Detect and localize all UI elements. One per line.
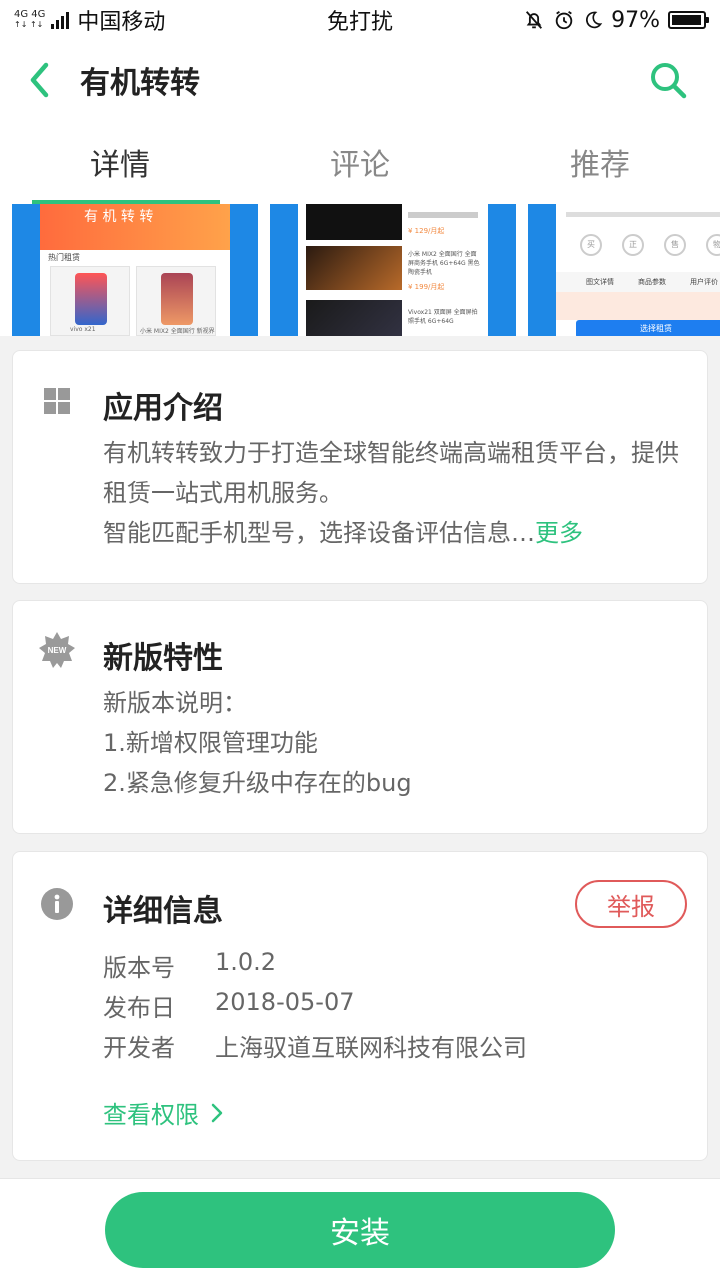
bottom-bar: 安装: [0, 1178, 720, 1280]
screenshot-banner-text: 有 机 转 转: [84, 209, 154, 225]
screenshot-cta: 选择租赁: [576, 320, 720, 336]
network-type-bottom: ↑↓ ↑↓: [14, 20, 44, 29]
screenshot-tab: 用户评价: [690, 278, 718, 286]
intro-title: 应用介绍: [103, 391, 223, 426]
screenshot-text-line: [566, 212, 720, 217]
whats-new-line-3: 2.紧急修复升级中存在的bug: [103, 769, 412, 797]
whats-new-card: NEW 新版特性 新版本说明： 1.新增权限管理功能 2.紧急修复升级中存在的b…: [12, 600, 708, 834]
screenshot-product-label: Vivox21 双面屏 全面屏拍照手机 6G+64G: [408, 309, 478, 325]
screenshot-badge: 物: [706, 234, 720, 256]
screenshot-product-label: vivo x21: [70, 326, 96, 333]
battery-fill: [672, 15, 702, 25]
developer-value: 上海驭道互联网科技有限公司: [215, 1034, 527, 1062]
screenshot-banner: 有 机 转 转: [40, 204, 230, 250]
app-header: 有机转转: [0, 40, 720, 120]
tab-bar: 详情 评论 推荐: [0, 120, 720, 204]
developer-row: 开发者 上海驭道互联网科技有限公司: [103, 1028, 527, 1063]
version-label: 版本号: [103, 954, 175, 982]
screenshot-badge-text: 买: [587, 240, 595, 249]
battery-icon: [668, 11, 709, 29]
page-title: 有机转转: [80, 66, 200, 101]
tab-details[interactable]: 详情: [0, 120, 240, 204]
app-screenshot[interactable]: 买 正 售 物 图文详情 商品参数 用户评价 选择租赁: [528, 204, 720, 336]
screenshot-text-line: [408, 212, 478, 218]
whats-new-title: 新版特性: [103, 641, 223, 676]
chevron-right-icon: [211, 1103, 223, 1122]
new-badge-icon: NEW: [38, 631, 76, 669]
carrier-name: 中国移动: [77, 10, 166, 35]
status-bar: 4G 4G ↑↓ ↑↓ 中国移动 免打扰 97%: [0, 0, 720, 40]
developer-label: 开发者: [103, 1034, 175, 1062]
network-type: 4G 4G ↑↓ ↑↓: [14, 10, 45, 30]
whats-new-line-1: 新版本说明：: [103, 689, 247, 717]
mute-bell-icon: [526, 11, 543, 29]
search-icon: [651, 63, 687, 99]
release-date-value: 2018-05-07: [215, 988, 355, 1016]
screenshot-cta-text: 选择租赁: [640, 324, 672, 333]
grid-icon: [41, 385, 73, 417]
more-link[interactable]: 更多: [535, 519, 583, 547]
screenshot-product: [306, 204, 402, 240]
details-card: 详细信息 举报 版本号 1.0.2 发布日 2018-05-07 开发者 上海驭…: [12, 851, 708, 1161]
intro-line-2: 租赁一站式用机服务。: [103, 479, 343, 507]
intro-line-1: 有机转转致力于打造全球智能终端高端租赁平台，提供: [103, 439, 679, 467]
screenshot-gallery[interactable]: 有 机 转 转 热门租赁 vivo x21 小米 MIX2 全面国行 新视界 ¥…: [0, 204, 720, 336]
details-title: 详细信息: [103, 894, 223, 929]
alarm-icon: [555, 10, 573, 30]
screenshot-product-label: 小米 MIX2 全面国行 新视界: [140, 328, 215, 335]
network-type-top: 4G 4G: [14, 9, 46, 20]
screenshot-product: [306, 246, 402, 290]
release-date-row: 发布日 2018-05-07: [103, 988, 354, 1023]
new-badge-text: NEW: [48, 646, 67, 655]
tab-comments[interactable]: 评论: [240, 120, 480, 204]
report-button[interactable]: 举报: [575, 880, 687, 928]
tab-recommend[interactable]: 推荐: [480, 120, 720, 204]
intro-line-3: 智能匹配手机型号，选择设备评估信息…: [103, 519, 535, 547]
screenshot-badge: 售: [664, 234, 686, 256]
app-screenshot[interactable]: ¥ 129/月起 小米 MIX2 全面国行 全面屏商务手机 6G+64G 黑色 …: [270, 204, 516, 336]
screenshot-price: ¥ 199/月起: [408, 283, 445, 291]
screenshot-tabbar: 图文详情 商品参数 用户评价: [556, 272, 720, 292]
moon-icon: [586, 11, 603, 29]
app-screenshot[interactable]: 有 机 转 转 热门租赁 vivo x21 小米 MIX2 全面国行 新视界: [12, 204, 258, 336]
screenshot-tab: 商品参数: [638, 278, 666, 286]
view-permissions-link[interactable]: 查看权限: [103, 1095, 223, 1130]
screenshot-section-label: 热门租赁: [48, 253, 80, 262]
screenshot-badge-text: 正: [629, 240, 637, 249]
whats-new-line-2: 1.新增权限管理功能: [103, 729, 318, 757]
screenshot-badge-text: 售: [671, 240, 679, 249]
back-button[interactable]: [0, 40, 80, 120]
info-icon: [41, 888, 73, 920]
screenshot-badge: 买: [580, 234, 602, 256]
screenshot-badge-text: 物: [713, 240, 720, 249]
app-intro-card: 应用介绍 有机转转致力于打造全球智能终端高端租赁平台，提供 租赁一站式用机服务。…: [12, 350, 708, 584]
intro-text: 有机转转致力于打造全球智能终端高端租赁平台，提供 租赁一站式用机服务。 智能匹配…: [103, 433, 681, 553]
screenshot-product: [306, 300, 402, 336]
signal-icon: [51, 11, 70, 29]
battery-percent: 97%: [611, 7, 660, 33]
screenshot-price: ¥ 129/月起: [408, 227, 445, 235]
screenshot-tab: 图文详情: [586, 278, 614, 286]
install-button[interactable]: 安装: [105, 1192, 615, 1268]
view-permissions-label: 查看权限: [103, 1101, 199, 1129]
search-button[interactable]: [642, 54, 694, 106]
screenshot-section: [556, 292, 720, 320]
chevron-left-icon: [30, 62, 49, 98]
release-date-label: 发布日: [103, 994, 175, 1022]
whats-new-text: 新版本说明： 1.新增权限管理功能 2.紧急修复升级中存在的bug: [103, 683, 681, 803]
version-row: 版本号 1.0.2: [103, 948, 276, 983]
screenshot-product-label: 小米 MIX2 全面国行 全面屏商务手机 6G+64G 黑色 陶瓷手机: [408, 251, 480, 276]
version-value: 1.0.2: [215, 948, 277, 976]
screenshot-badge: 正: [622, 234, 644, 256]
